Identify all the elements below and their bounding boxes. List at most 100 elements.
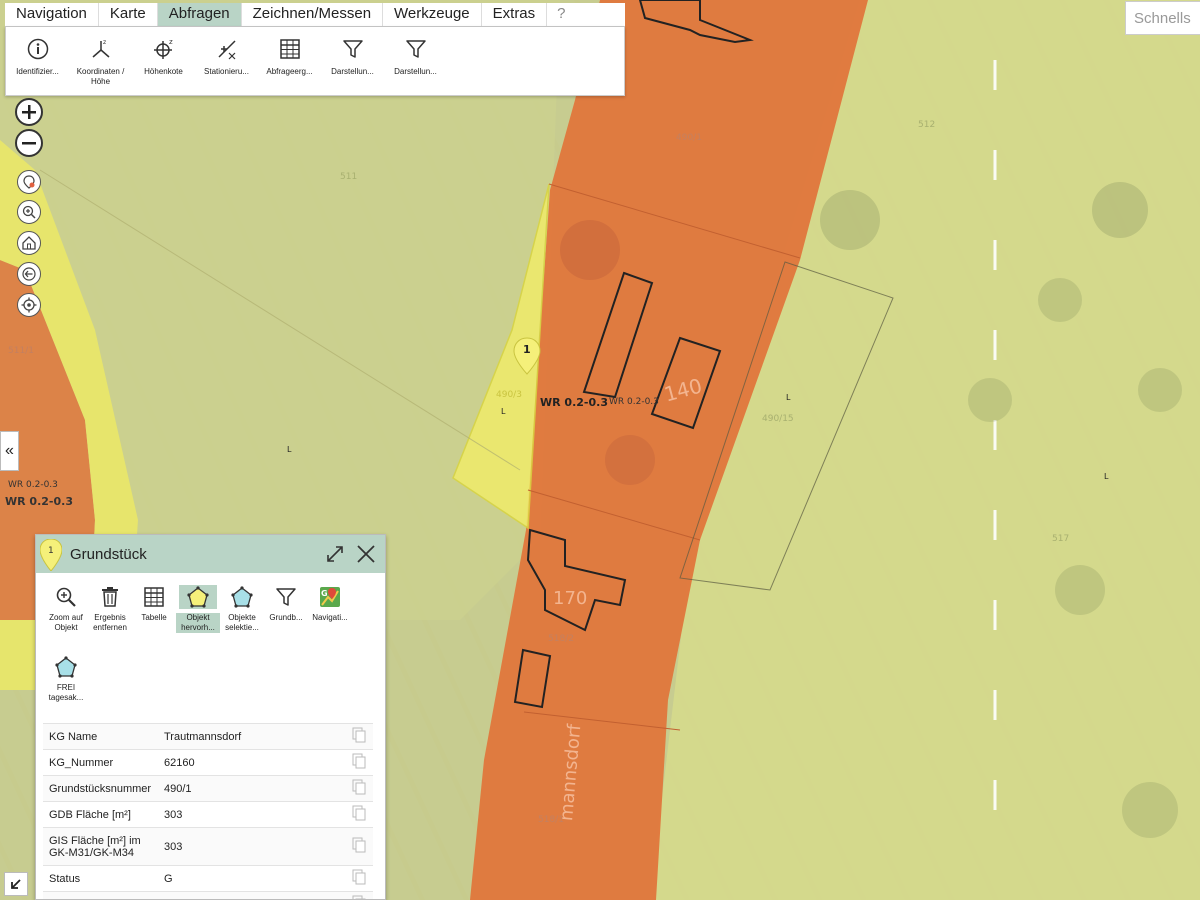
menu-tab-zeichnen-messen[interactable]: Zeichnen/Messen (242, 3, 384, 26)
table-label: Tabelle (141, 613, 167, 622)
zoning-label: WR 0.2-0.3 (540, 396, 608, 409)
attr-key: Status (43, 865, 160, 892)
navigation-button[interactable]: G Navigati... (308, 585, 352, 655)
zoom-in-button[interactable] (15, 98, 43, 126)
arrow-diagonal-icon (11, 879, 21, 889)
menu-tab-karte[interactable]: Karte (99, 3, 158, 26)
parcel-number: 518/2 (548, 634, 574, 644)
elevation-point-label: Höhenkote (144, 67, 183, 76)
marker-pin-icon: 1 (39, 538, 63, 574)
current-location-button[interactable] (17, 293, 41, 317)
trash-icon (91, 585, 129, 609)
grundbuch-filter-button[interactable]: Grundb... (264, 585, 308, 655)
expand-corner-button[interactable] (4, 872, 28, 896)
attr-key: KG_Nummer (43, 749, 160, 776)
query-results-button[interactable]: Abfrageerg... (258, 37, 321, 95)
svg-text:G: G (321, 589, 328, 598)
copy-icon[interactable] (345, 827, 373, 866)
identify-label: Identifizier... (16, 67, 59, 76)
elevation-point-icon: z (152, 37, 176, 61)
table-button[interactable]: Tabelle (132, 585, 176, 655)
arrow-left-circle-icon (22, 267, 36, 281)
select-polygon-icon (223, 585, 261, 609)
land-use-mark: L (501, 407, 506, 416)
menu-tab-navigation[interactable]: Navigation (5, 3, 99, 26)
select-objects-label: Objekte selektie... (225, 613, 259, 632)
copy-icon[interactable] (345, 723, 373, 750)
zoning-label: WR 0.2-0.3 (5, 495, 73, 508)
filter-icon (341, 37, 365, 61)
grundbuch-filter-label: Grundb... (269, 613, 303, 622)
zoom-to-object-icon (47, 585, 85, 609)
elevation-point-button[interactable]: z Höhenkote (132, 37, 195, 95)
house-number: 170 (553, 588, 588, 609)
remove-result-button[interactable]: Ergebnis entfernen (88, 585, 132, 655)
menu-tab-extras[interactable]: Extras (482, 3, 548, 26)
attr-key: KG Name (43, 723, 160, 750)
table-icon (135, 585, 173, 609)
attr-value: 303 (160, 827, 345, 866)
plus-icon (22, 105, 36, 119)
stationing-icon (215, 37, 239, 61)
close-icon[interactable] (355, 543, 377, 568)
menu-bar: Navigation Karte Abfragen Zeichnen/Messe… (5, 3, 625, 27)
zoom-to-object-button[interactable]: Zoom auf Objekt (44, 585, 88, 655)
remove-result-label: Ergebnis entfernen (93, 613, 127, 632)
double-chevron-left-icon: « (5, 442, 14, 459)
display-filter-button[interactable]: Darstellun... (321, 37, 384, 95)
expand-icon[interactable] (325, 544, 345, 567)
panel-title: Grundstück (70, 545, 147, 563)
zoom-out-button[interactable] (15, 129, 43, 157)
table-row: Status G (43, 865, 373, 892)
attr-value: 62160 (160, 891, 345, 899)
zoning-label: WR 0.2-0.3 (8, 480, 58, 490)
svg-text:z: z (103, 39, 106, 46)
crosshair-icon (21, 297, 37, 313)
identify-button[interactable]: Identifizier... (6, 37, 69, 95)
table-row: Grundstücksnummer 490/1 (43, 775, 373, 802)
table-row: GDB Fläche [m²] 303 (43, 801, 373, 828)
frei-tagesaktuell-button[interactable]: FREI tagesak... (44, 655, 88, 725)
frei-tagesaktuell-label: FREI tagesak... (48, 683, 84, 702)
locate-pin-button[interactable] (17, 170, 41, 194)
coordinates-button[interactable]: z Koordinaten / Höhe (69, 37, 132, 95)
stationing-button[interactable]: Stationieru... (195, 37, 258, 95)
feature-info-panel: 1 Grundstück Zoom auf Objekt Ergebnis en… (35, 534, 386, 900)
attribute-table: KG Name Trautmannsdorf KG_Nummer 62160 G… (43, 723, 373, 899)
query-results-label: Abfrageerg... (266, 67, 313, 76)
copy-icon[interactable] (345, 775, 373, 802)
quick-search-input[interactable]: Schnells (1125, 1, 1200, 35)
panel-toolbar: Zoom auf Objekt Ergebnis entfernen Tabel… (36, 573, 385, 723)
display-filter-button-2[interactable]: Darstellun... (384, 37, 447, 95)
zoom-box-button[interactable] (17, 200, 41, 224)
attr-value: 62160 (160, 749, 345, 776)
attr-value: 490/1 (160, 775, 345, 802)
coordinates-label: Koordinaten / Höhe (76, 67, 125, 86)
copy-icon[interactable] (345, 749, 373, 776)
parcel-number: 511 (340, 172, 358, 182)
highlight-polygon-icon (179, 585, 217, 609)
filter-icon (267, 585, 305, 609)
home-button[interactable] (17, 231, 41, 255)
copy-icon[interactable] (345, 891, 373, 899)
table-row: KG Name Trautmannsdorf (43, 723, 373, 750)
copy-icon[interactable] (345, 801, 373, 828)
table-row: Grundbuchsnummer 62160 (43, 891, 373, 899)
ribbon-toolbar: Identifizier... z Koordinaten / Höhe z H… (5, 27, 625, 96)
menu-tab-help[interactable]: ? (547, 3, 575, 26)
magnifier-plus-icon (22, 205, 36, 219)
info-icon (26, 37, 50, 61)
select-objects-button[interactable]: Objekte selektie... (220, 585, 264, 655)
copy-icon[interactable] (345, 865, 373, 892)
collapse-panel-button[interactable]: « (0, 431, 19, 471)
marker-number: 1 (523, 343, 531, 356)
previous-extent-button[interactable] (17, 262, 41, 286)
highlight-object-button[interactable]: Objekt hervorh... (176, 585, 220, 655)
menu-tab-abfragen[interactable]: Abfragen (157, 3, 242, 26)
attr-value: G (160, 865, 345, 892)
attr-key: Grundstücksnummer (43, 775, 160, 802)
parcel-number: 490/1 (676, 133, 702, 143)
land-use-mark: L (287, 445, 292, 454)
menu-tab-werkzeuge[interactable]: Werkzeuge (383, 3, 482, 26)
table-row: KG_Nummer 62160 (43, 749, 373, 776)
